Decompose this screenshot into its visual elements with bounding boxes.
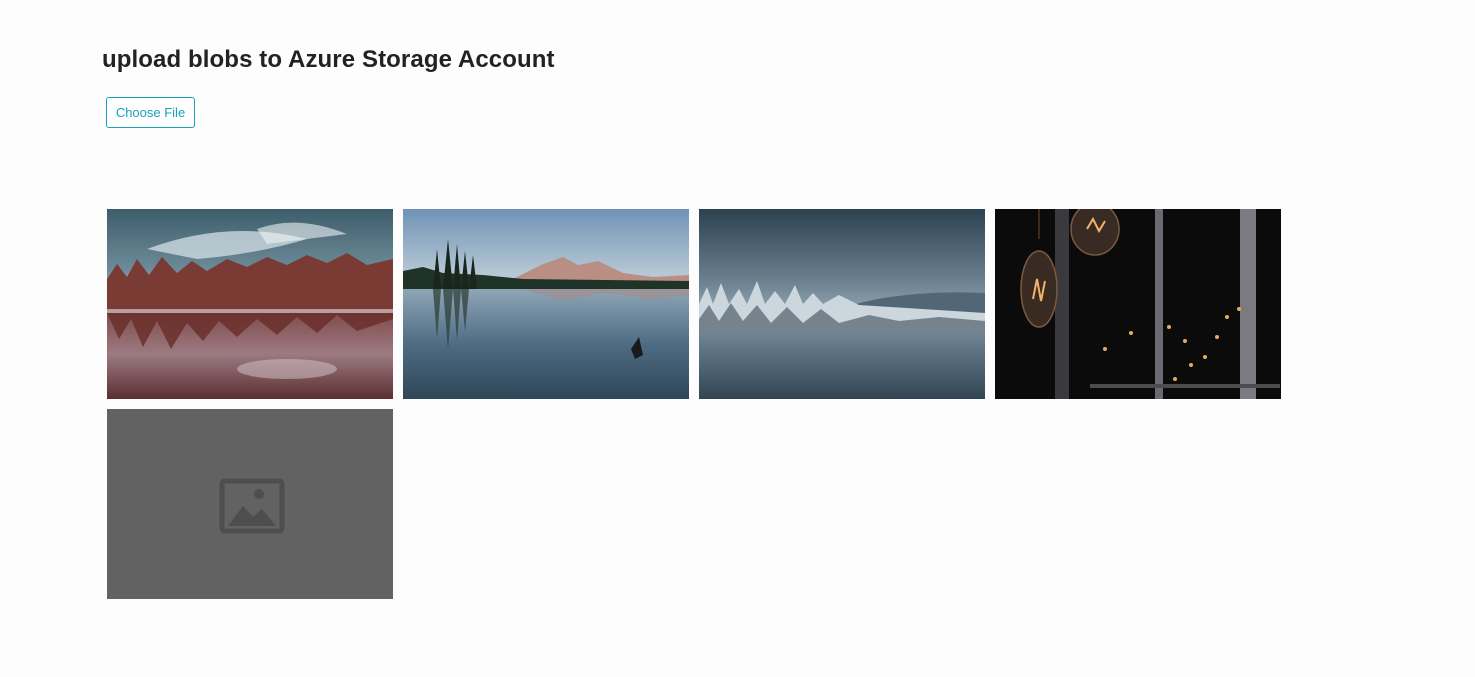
image-placeholder-icon: [107, 409, 393, 599]
forest-lake-reflection-image: [107, 209, 393, 399]
light-bulbs-night-image: [995, 209, 1281, 399]
gallery-image-placeholder[interactable]: [107, 409, 393, 599]
gallery-image-light-bulbs[interactable]: [995, 209, 1281, 399]
gallery-image-snowy-lake[interactable]: [699, 209, 985, 399]
gallery-image-forest-lake[interactable]: [107, 209, 393, 399]
snowy-lake-image: [699, 209, 985, 399]
page: upload blobs to Azure Storage Account Ch…: [0, 0, 1475, 677]
gallery-image-mountain-lake[interactable]: [403, 209, 689, 399]
mountain-lake-image: [403, 209, 689, 399]
page-title: upload blobs to Azure Storage Account: [102, 46, 555, 73]
choose-file-button[interactable]: Choose File: [106, 97, 195, 128]
